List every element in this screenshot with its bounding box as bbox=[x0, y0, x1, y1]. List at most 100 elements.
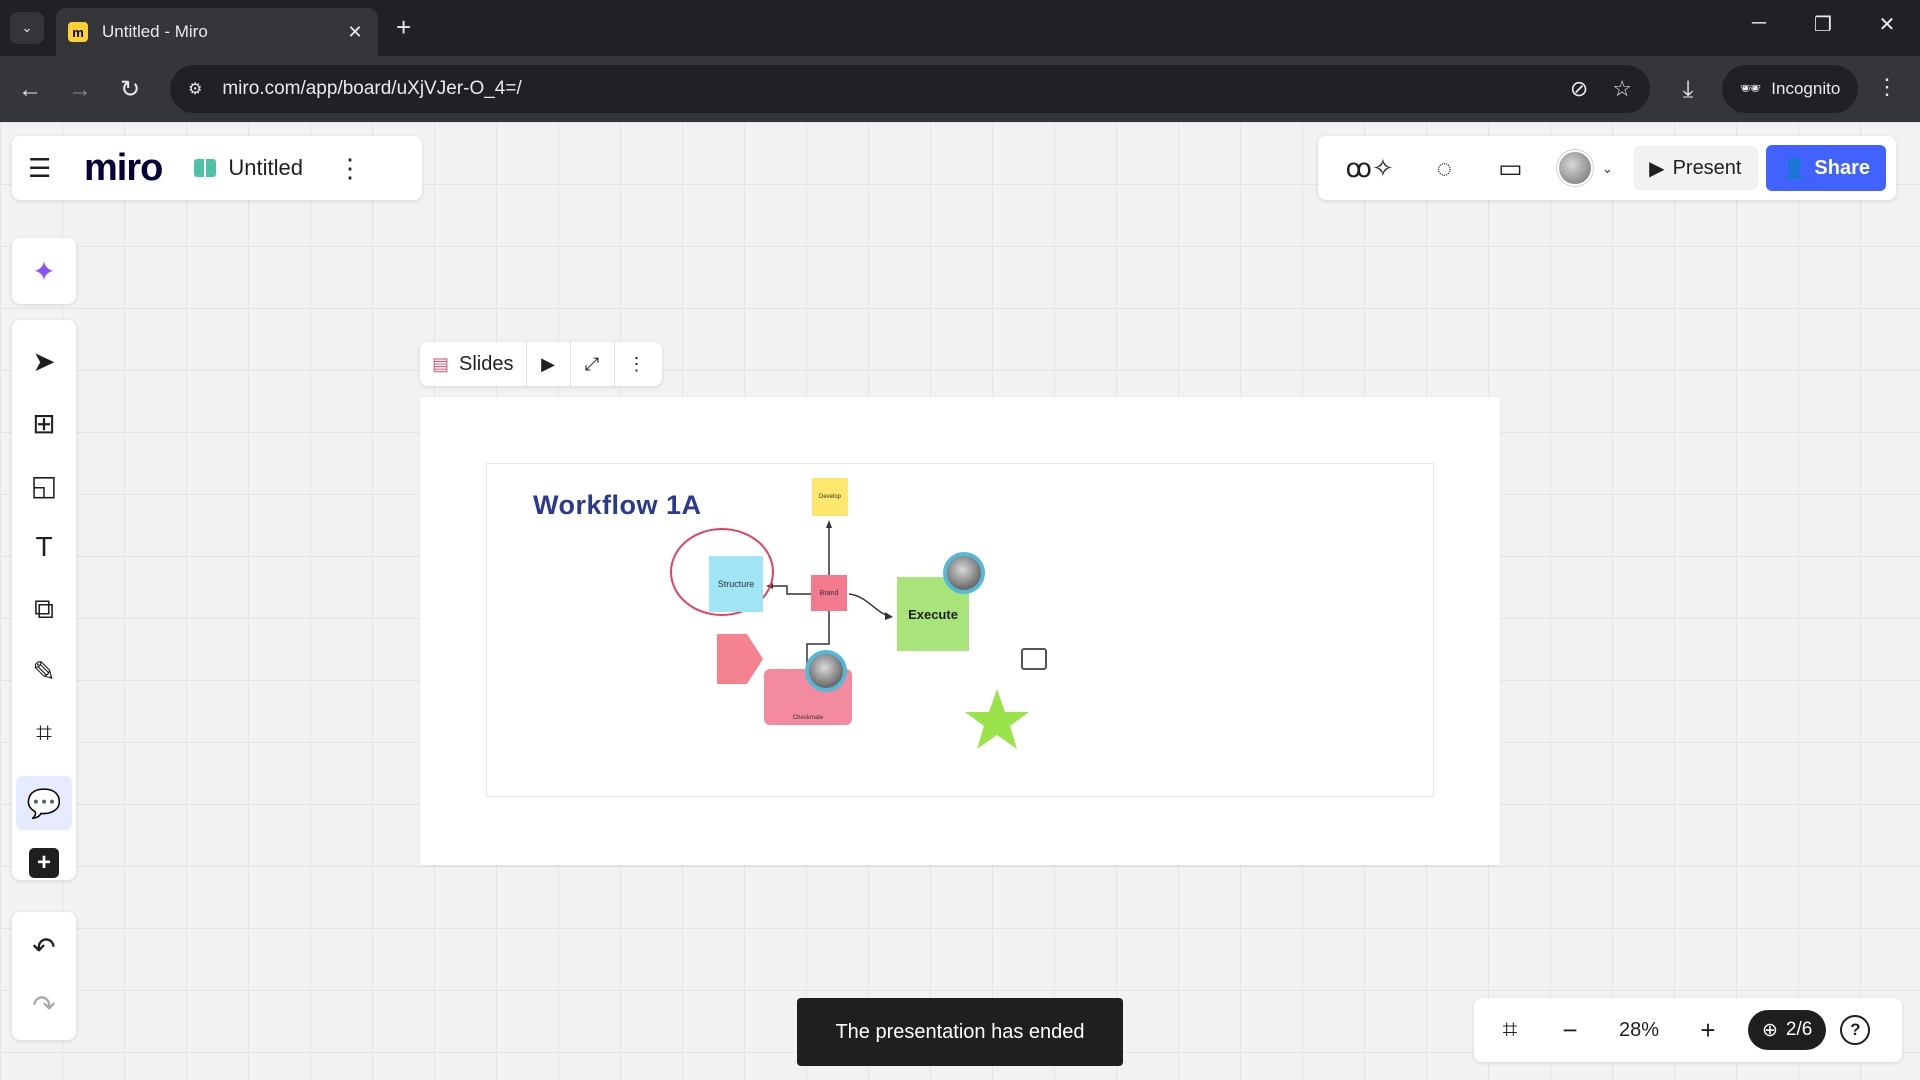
pink-arrow-shape bbox=[717, 634, 763, 684]
back-arrow-icon[interactable]: ← bbox=[14, 74, 46, 106]
miro-favicon-icon: m bbox=[68, 22, 88, 42]
slide-content[interactable]: Workflow 1A Develop Structure Brand Exec… bbox=[486, 463, 1434, 797]
more-apps-tool[interactable]: + bbox=[12, 836, 76, 890]
reload-icon[interactable]: ↻ bbox=[114, 74, 146, 106]
comment-tool[interactable]: 💬 bbox=[16, 776, 72, 830]
address-bar[interactable]: ⚙ miro.com/app/board/uXjVJer-O_4=/ ⊘ ☆ bbox=[170, 65, 1650, 113]
connector-right bbox=[848, 593, 890, 617]
frame-tool[interactable]: ⌗ bbox=[12, 706, 76, 760]
slide-frame[interactable]: Workflow 1A Develop Structure Brand Exec… bbox=[420, 397, 1500, 865]
browser-toolbar: ← → ↻ ⚙ miro.com/app/board/uXjVJer-O_4=/… bbox=[0, 56, 1920, 122]
slides-label: Slides bbox=[459, 352, 514, 375]
avatar bbox=[1557, 150, 1594, 186]
redo-button[interactable]: ↷ bbox=[12, 978, 76, 1032]
tab-search-button[interactable]: ⌄ bbox=[10, 12, 44, 44]
fit-frame-icon[interactable]: ⌗ bbox=[1490, 1014, 1530, 1046]
share-button[interactable]: 👤 Share bbox=[1765, 145, 1886, 191]
sparkle-icon: ✦ bbox=[32, 255, 56, 287]
expand-icon: ⤢ bbox=[584, 353, 600, 374]
redo-icon: ↷ bbox=[32, 989, 56, 1021]
avatar[interactable] bbox=[805, 650, 847, 692]
arrowhead-up bbox=[826, 520, 832, 528]
creation-toolbar: ➤ ⊞ ◱ T ⧉ ✎ ⌗ 💬 + bbox=[12, 320, 76, 880]
close-icon[interactable]: ✕ bbox=[344, 22, 366, 43]
zoom-in-icon[interactable]: + bbox=[1688, 1015, 1728, 1046]
browser-tab-bar: ⌄ m Untitled - Miro ✕ + ─ ❐ ✕ bbox=[0, 0, 1920, 56]
browser-tab[interactable]: m Untitled - Miro ✕ bbox=[56, 8, 378, 56]
forward-arrow-icon[interactable]: → bbox=[64, 74, 96, 106]
slides-more-button[interactable]: ⋮ bbox=[615, 342, 659, 386]
star-icon[interactable]: ☆ bbox=[1612, 76, 1632, 102]
undo-redo-toolbar: ↶ ↷ bbox=[12, 912, 76, 1040]
shapes-icon: ⧉ bbox=[34, 592, 54, 624]
incognito-label: Incognito bbox=[1771, 79, 1841, 98]
lasso-icon: ✎ bbox=[32, 655, 56, 687]
board-book-icon bbox=[194, 159, 217, 177]
url-text[interactable]: miro.com/app/board/uXjVJer-O_4=/ bbox=[222, 78, 1545, 100]
templates-tool[interactable]: ⊞ bbox=[12, 396, 76, 450]
shapes-tool[interactable]: ⧉ bbox=[12, 582, 76, 636]
comment-marker-icon[interactable] bbox=[1021, 648, 1047, 670]
board-name[interactable]: Untitled bbox=[228, 155, 303, 181]
sticky-yellow[interactable]: Develop bbox=[812, 478, 848, 516]
more-vertical-icon: ⋮ bbox=[627, 353, 646, 374]
comment-icon: 💬 bbox=[26, 787, 62, 819]
chat-icon[interactable]: ◌ bbox=[1425, 153, 1463, 184]
chevron-down-icon: ⌄ bbox=[1601, 159, 1614, 176]
window-close-icon[interactable]: ✕ bbox=[1872, 12, 1902, 37]
share-label: Share bbox=[1814, 156, 1870, 179]
board-header: ☰ miro Untitled ⋮ bbox=[12, 136, 422, 200]
text-tool[interactable]: T bbox=[12, 520, 76, 574]
new-tab-button[interactable]: + bbox=[396, 14, 411, 40]
fullscreen-button[interactable]: ⤢ bbox=[571, 342, 615, 386]
present-button[interactable]: ▶ Present bbox=[1633, 146, 1758, 190]
sticky-note-icon: ◱ bbox=[30, 469, 58, 501]
ai-assist-button[interactable]: ✦ bbox=[12, 238, 76, 304]
reactions-icon[interactable]: ꝏ✧ bbox=[1342, 153, 1397, 184]
zoom-toolbar: ⌗ − 28% + ⊕ 2/6 ? bbox=[1474, 998, 1902, 1062]
minimize-icon[interactable]: ─ bbox=[1744, 12, 1774, 35]
frames-counter: 2/6 bbox=[1785, 1019, 1813, 1040]
present-label: Present bbox=[1672, 156, 1742, 179]
plus-icon: + bbox=[29, 848, 59, 878]
cursor-icon: ➤ bbox=[32, 345, 56, 377]
undo-button[interactable]: ↶ bbox=[12, 920, 76, 974]
undo-icon: ↶ bbox=[32, 931, 56, 963]
arrowhead-right bbox=[885, 612, 893, 620]
board-more-icon[interactable]: ⋮ bbox=[337, 153, 363, 184]
slides-icon: ▤ bbox=[432, 353, 450, 374]
miro-logo[interactable]: miro bbox=[84, 147, 163, 190]
sticky-structure[interactable]: Structure bbox=[709, 556, 763, 612]
sticky-brand[interactable]: Brand bbox=[811, 575, 847, 611]
incognito-badge[interactable]: 🕶 Incognito bbox=[1722, 65, 1858, 113]
video-call-icon[interactable]: ▭ bbox=[1491, 153, 1529, 184]
template-icon: ⊞ bbox=[32, 407, 56, 439]
gift-icon: ⊕ bbox=[1762, 1019, 1778, 1041]
user-icon: 👤 bbox=[1781, 157, 1807, 180]
avatar[interactable] bbox=[943, 552, 985, 594]
zoom-level[interactable]: 28% bbox=[1604, 1019, 1674, 1042]
zoom-out-icon[interactable]: − bbox=[1550, 1015, 1590, 1046]
play-icon: ▶ bbox=[1649, 157, 1665, 180]
slides-button[interactable]: ▤ Slides bbox=[420, 342, 527, 386]
play-icon: ▶ bbox=[541, 353, 555, 374]
frames-counter-button[interactable]: ⊕ 2/6 bbox=[1748, 1010, 1827, 1050]
pen-tool[interactable]: ✎ bbox=[12, 644, 76, 698]
download-icon[interactable]: ⤓ bbox=[1672, 74, 1704, 106]
slides-toolbar: ▤ Slides ▶ ⤢ ⋮ bbox=[420, 342, 662, 386]
tab-title: Untitled - Miro bbox=[102, 22, 208, 41]
play-slides-button[interactable]: ▶ bbox=[527, 342, 571, 386]
eye-off-icon[interactable]: ⊘ bbox=[1570, 76, 1588, 102]
select-tool[interactable]: ➤ bbox=[12, 334, 76, 388]
restore-icon[interactable]: ❐ bbox=[1808, 12, 1838, 37]
frame-icon: ⌗ bbox=[36, 716, 52, 748]
connector-left bbox=[769, 585, 811, 595]
menu-icon[interactable]: ☰ bbox=[28, 153, 58, 184]
sticky-note-tool[interactable]: ◱ bbox=[12, 458, 76, 512]
collaborators-dropdown[interactable]: ⌄ bbox=[1557, 150, 1613, 186]
presentation-ended-toast: The presentation has ended bbox=[797, 998, 1123, 1066]
site-settings-icon[interactable]: ⚙ bbox=[188, 79, 202, 99]
more-vertical-icon[interactable]: ⋮ bbox=[1876, 74, 1898, 100]
incognito-icon: 🕶 bbox=[1739, 79, 1762, 98]
help-icon[interactable]: ? bbox=[1840, 1015, 1871, 1045]
